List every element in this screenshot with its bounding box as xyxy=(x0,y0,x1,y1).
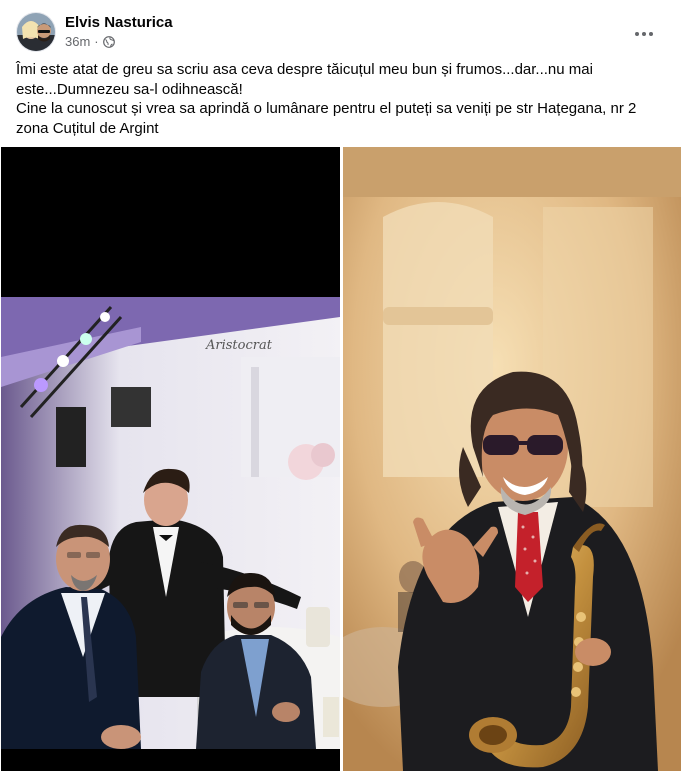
more-options-button[interactable] xyxy=(628,18,660,50)
facebook-post: Elvis Nasturica 36m · Îmi este atat de g… xyxy=(0,0,685,771)
author-name[interactable]: Elvis Nasturica xyxy=(65,14,173,31)
more-dot xyxy=(642,32,646,36)
photo-grid: Aristocrat xyxy=(0,147,685,771)
post-timestamp[interactable]: 36m xyxy=(65,34,90,49)
post-text-line: Cine la cunoscut și vrea sa aprindă o lu… xyxy=(16,100,637,117)
post-meta: 36m · xyxy=(65,34,115,49)
saxophonist-photo[interactable] xyxy=(343,147,681,771)
post-text: Îmi este atat de greu sa scriu asa ceva … xyxy=(16,60,671,138)
post-text-line: zona Cuțitul de Argint xyxy=(16,119,159,137)
more-dot xyxy=(649,32,653,36)
author-avatar[interactable] xyxy=(16,12,56,52)
post-text-line: este...Dumnezeu sa-l odihnească! xyxy=(16,80,243,98)
globe-icon[interactable] xyxy=(102,35,115,48)
svg-text:Aristocrat: Aristocrat xyxy=(205,338,273,353)
group-photo[interactable]: Aristocrat xyxy=(1,147,340,771)
post-header: Elvis Nasturica 36m · xyxy=(16,12,676,54)
post-text-line: Îmi este atat de greu sa scriu asa ceva … xyxy=(16,61,593,78)
meta-separator: · xyxy=(94,34,99,49)
more-dot xyxy=(635,32,639,36)
